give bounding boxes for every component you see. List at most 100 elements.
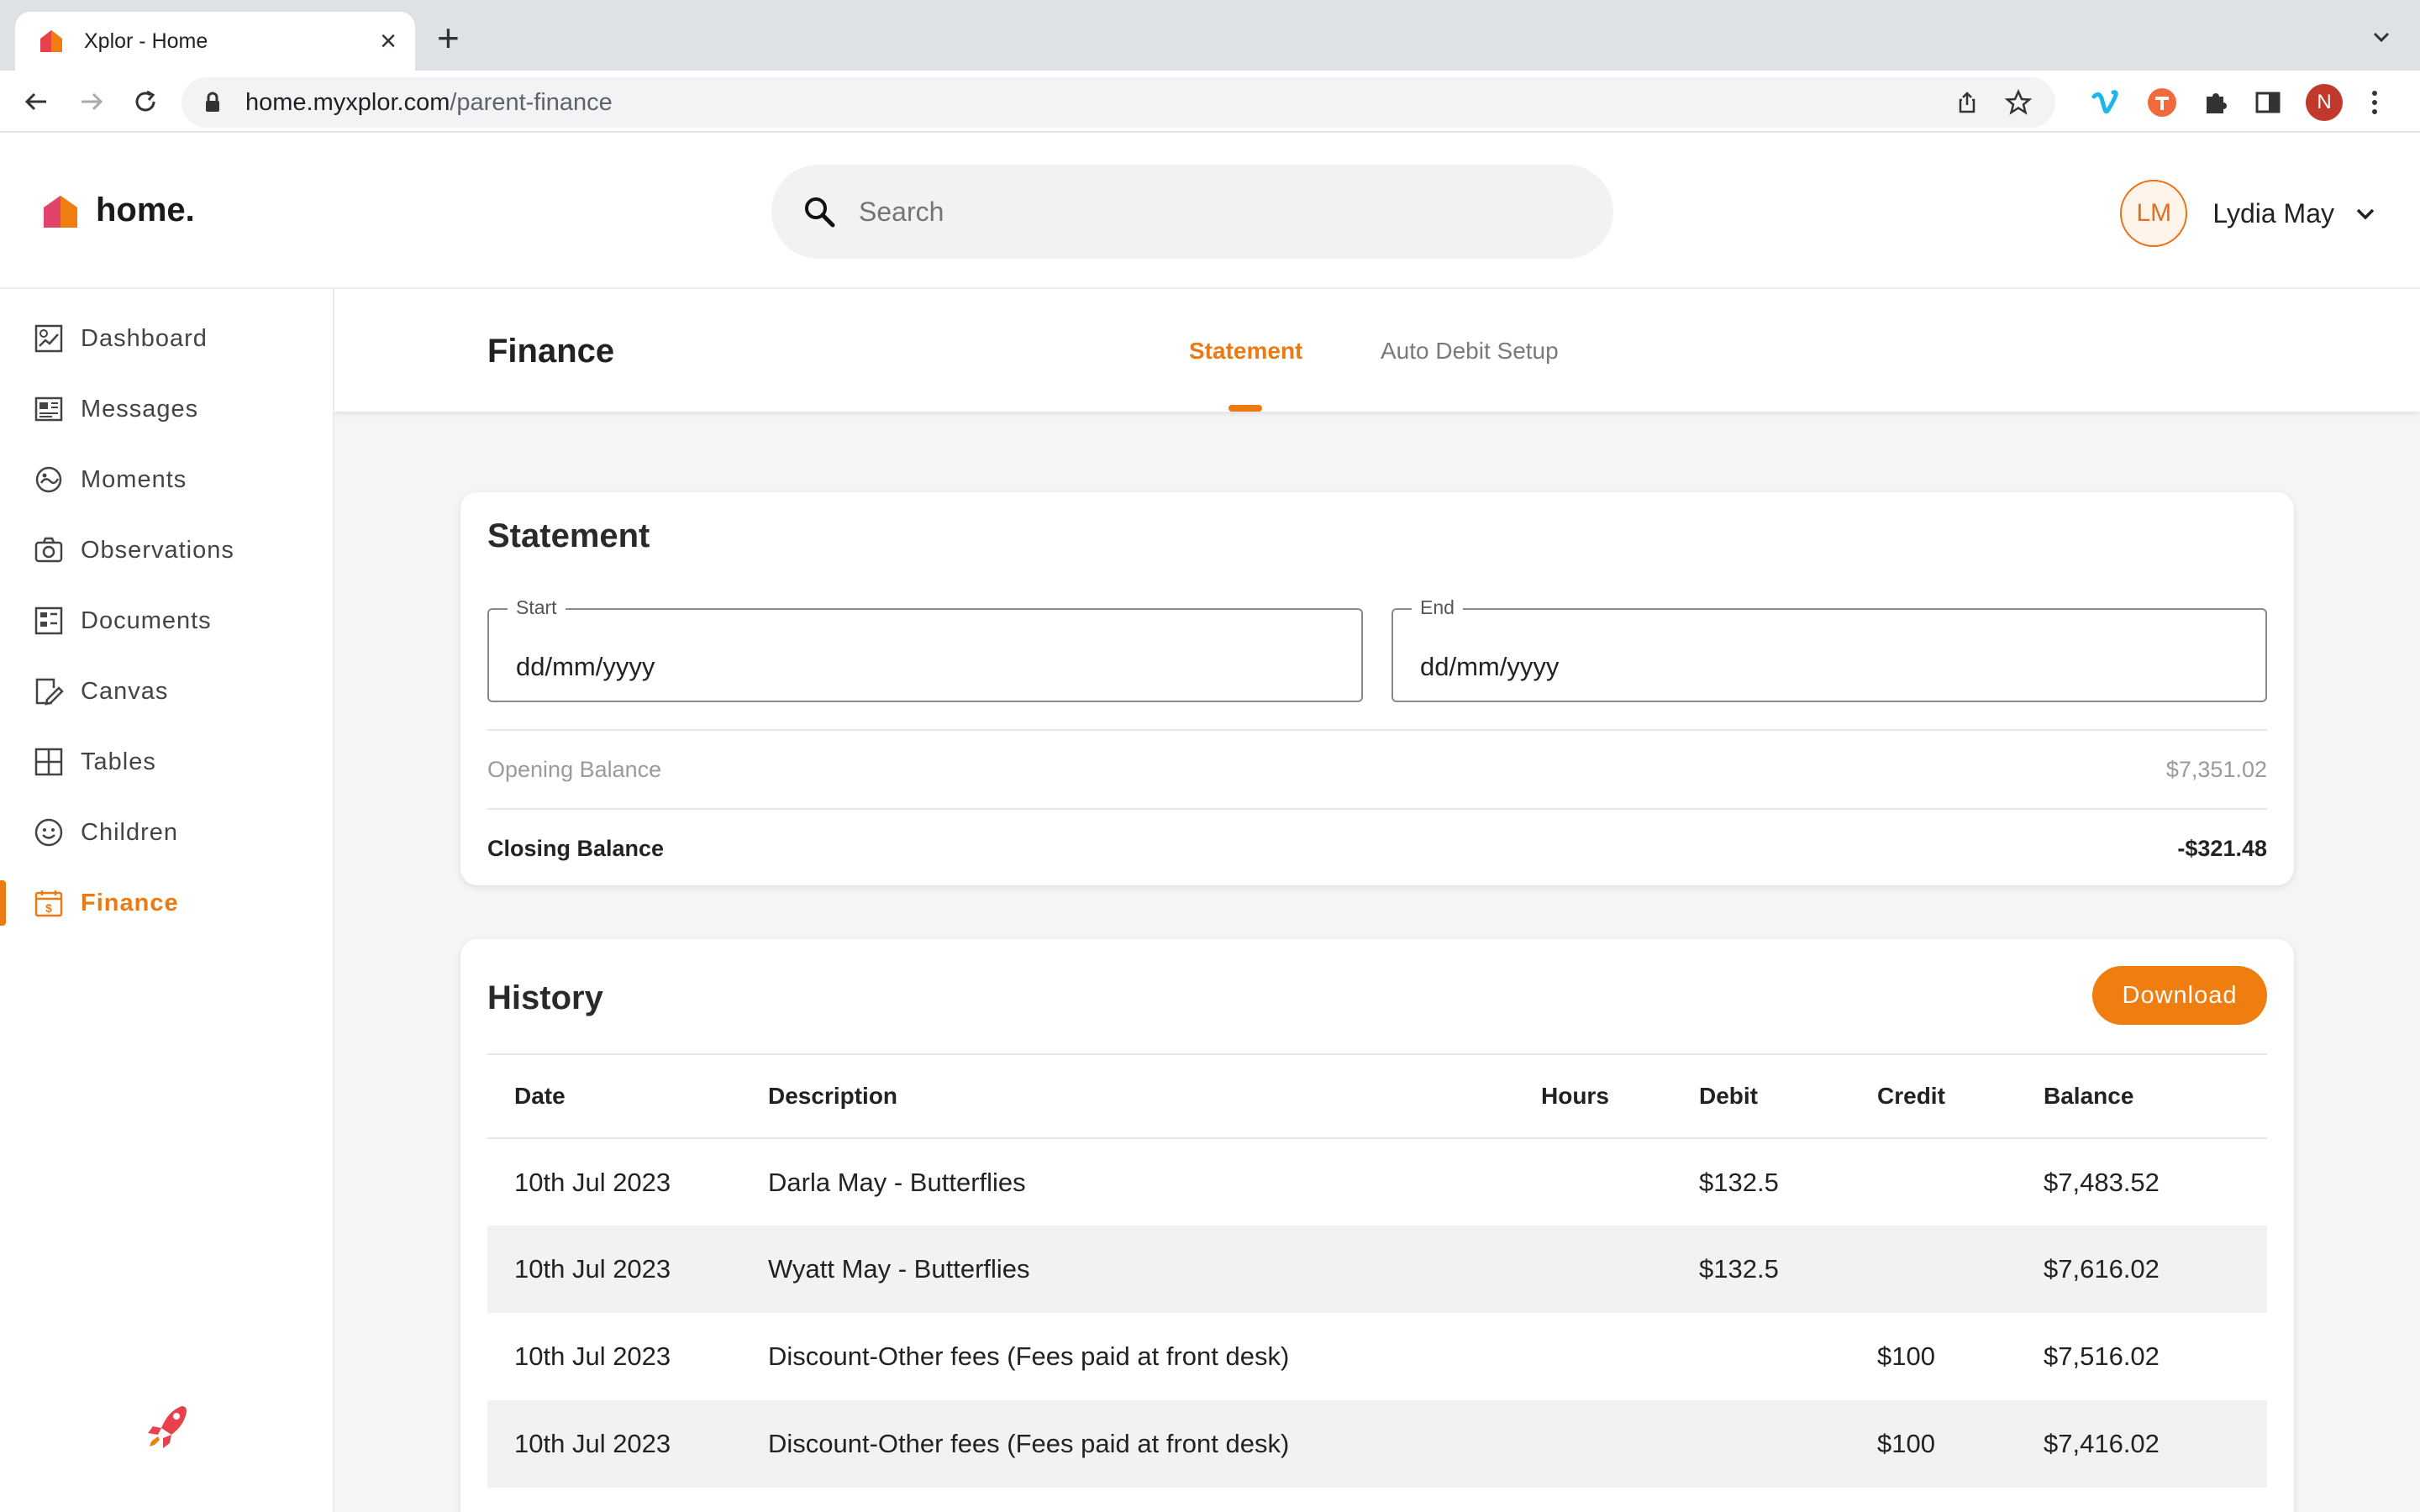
finance-header: Finance Statement Auto Debit Setup [334, 289, 2420, 412]
column-header-debit: Debit [1699, 1054, 1877, 1139]
extensions-puzzle-icon[interactable] [2202, 88, 2230, 117]
end-date-field[interactable]: End [1392, 596, 2267, 702]
sidebar-item-label: Tables [81, 748, 156, 775]
user-avatar[interactable]: LM [2120, 180, 2188, 247]
browser-menu-icon[interactable] [2366, 87, 2383, 118]
chevron-down-icon[interactable] [2353, 201, 2378, 226]
new-tab-button[interactable]: + [437, 18, 460, 57]
sidebar-item-moments[interactable]: Moments [0, 450, 333, 509]
closing-balance-value: -$321.48 [2177, 835, 2267, 861]
cell-description: Wyatt May - Butterflies [768, 1226, 1541, 1313]
toggl-extension-icon[interactable] [2146, 87, 2178, 118]
cell-debit: $132.5 [1699, 1167, 1779, 1197]
cell-balance: $7,416.02 [2044, 1400, 2267, 1488]
browser-tab[interactable]: Xplor - Home × [15, 12, 415, 71]
sidebar-item-label: Finance [81, 889, 179, 916]
user-name[interactable]: Lydia May [2212, 198, 2334, 229]
table-row: 10th Jul 2023 Wyatt May - Butterflies $1… [487, 1226, 2267, 1313]
start-date-input[interactable] [516, 652, 1323, 682]
start-date-label: Start [508, 596, 566, 619]
reload-icon [135, 90, 155, 112]
sidebar-item-messages[interactable]: Messages [0, 380, 333, 438]
history-card: History Download Date Description Hours … [460, 939, 2294, 1512]
end-date-input[interactable] [1420, 652, 2227, 682]
cell-credit [1877, 1226, 2044, 1313]
forward-button[interactable] [74, 84, 109, 119]
reload-button[interactable] [128, 84, 163, 119]
cell-debit [1699, 1400, 1877, 1488]
cell-date: 10th Jul 2023 [514, 1167, 671, 1197]
rocket-icon[interactable] [139, 1399, 193, 1453]
column-header-date: Date [487, 1054, 768, 1139]
bookmark-star-icon[interactable] [2005, 89, 2032, 116]
close-tab-icon[interactable]: × [380, 27, 397, 55]
cell-balance: $7,616.02 [2044, 1226, 2267, 1313]
forward-arrow-icon [82, 92, 103, 111]
cell-description: Discount-Other fees (Fees paid at front … [768, 1341, 1290, 1371]
sidebar-item-label: Children [81, 818, 178, 846]
column-header-balance: Balance [2044, 1054, 2267, 1139]
user-menu[interactable]: LM Lydia May [2120, 180, 2378, 247]
tables-icon [34, 748, 63, 776]
sidebar-item-canvas[interactable]: Canvas [0, 662, 333, 721]
sidebar: Dashboard Messages Moments Observations … [0, 289, 334, 1512]
url-host: home.myxplor.com [245, 88, 450, 116]
opening-balance-value: $7,351.02 [2165, 756, 2267, 782]
sidebar-item-dashboard[interactable]: Dashboard [0, 309, 333, 368]
share-icon[interactable] [1954, 90, 1980, 115]
start-date-field[interactable]: Start [487, 596, 1363, 702]
sidebar-item-label: Messages [81, 395, 199, 423]
sidebar-item-label: Moments [81, 465, 187, 493]
browser-toolbar: home.myxplor.com/parent-finance N [0, 71, 2420, 133]
tab-title: Xplor - Home [84, 29, 208, 53]
cell-date: 10th Jul 2023 [514, 1341, 671, 1371]
canvas-icon [35, 678, 64, 706]
cell-description: Discount-Other fees (Fees paid at front … [768, 1400, 1541, 1488]
app-header: home. LM Lydia May [0, 133, 2420, 289]
cell-credit: $100 [1877, 1341, 1935, 1371]
history-table: Date Description Hours Debit Credit Bala… [487, 1053, 2267, 1488]
back-arrow-icon [24, 92, 46, 111]
closing-balance-label: Closing Balance [487, 835, 665, 861]
children-icon [34, 818, 63, 847]
sidebar-item-children[interactable]: Children [0, 803, 333, 862]
sidebar-item-documents[interactable]: Documents [0, 591, 333, 650]
sidebar-item-observations[interactable]: Observations [0, 521, 333, 580]
tab-statement[interactable]: Statement [1189, 338, 1302, 365]
statement-card: Statement Start End Opening Balance $7,3… [460, 492, 2294, 885]
cell-credit [1877, 1138, 2044, 1226]
cell-hours [1541, 1313, 1699, 1400]
search-bar[interactable] [771, 165, 1613, 259]
sidebar-item-label: Canvas [81, 677, 169, 705]
end-date-label: End [1412, 596, 1463, 619]
camera-icon [34, 537, 63, 563]
tab-auto-debit-setup[interactable]: Auto Debit Setup [1381, 338, 1559, 365]
back-button[interactable] [18, 84, 54, 119]
browser-tabbar: Xplor - Home × + [0, 0, 2420, 71]
vimeo-extension-icon[interactable] [2091, 87, 2123, 118]
lock-icon [206, 92, 219, 112]
cell-balance: $7,483.52 [2044, 1167, 2160, 1197]
download-button[interactable]: Download [2092, 966, 2267, 1025]
finance-icon: $ [34, 890, 63, 917]
closing-balance-row: Closing Balance -$321.48 [487, 808, 2267, 887]
sidebar-item-label: Observations [81, 536, 234, 564]
address-bar[interactable]: home.myxplor.com/parent-finance [182, 77, 2055, 128]
table-header-row: Date Description Hours Debit Credit Bala… [487, 1054, 2267, 1139]
url-path: /parent-finance [450, 88, 613, 116]
search-input[interactable] [859, 196, 1573, 228]
svg-text:$: $ [45, 901, 52, 915]
side-panel-icon[interactable] [2254, 88, 2282, 117]
table-row: 10th Jul 2023 Discount-Other fees (Fees … [487, 1400, 2267, 1488]
browser-profile-avatar[interactable]: N [2306, 84, 2343, 121]
moments-icon [35, 466, 62, 493]
sidebar-item-tables[interactable]: Tables [0, 732, 333, 791]
home-logo[interactable]: home. [42, 192, 195, 229]
active-tab-indicator [1228, 405, 1262, 412]
column-header-hours: Hours [1541, 1054, 1699, 1139]
main-content: Finance Statement Auto Debit Setup State… [334, 289, 2420, 1512]
tab-search-chevron-icon[interactable] [2370, 25, 2393, 49]
cell-hours [1541, 1138, 1699, 1226]
sidebar-item-finance[interactable]: $ Finance [0, 874, 333, 932]
history-title: History [487, 979, 603, 1016]
